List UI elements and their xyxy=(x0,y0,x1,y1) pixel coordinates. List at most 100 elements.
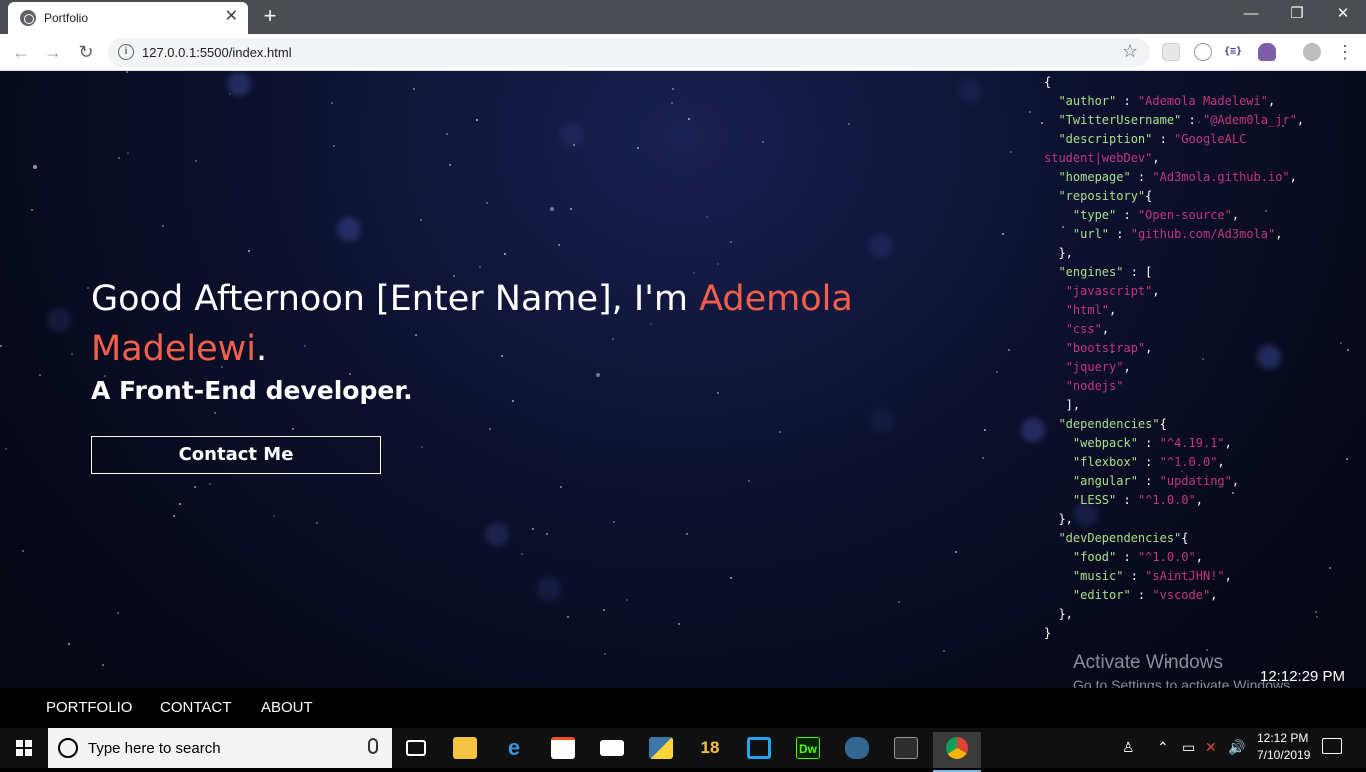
taskbar-app-edge[interactable]: e xyxy=(490,732,538,768)
code-line: "music" : "sAintJHN!", xyxy=(1072,569,1232,583)
address-bar[interactable]: i 127.0.0.1:5500/index.html ☆ xyxy=(108,38,1150,67)
code-line: "dependencies"{ xyxy=(1058,417,1167,431)
code-line: "editor" : "vscode", xyxy=(1072,588,1218,602)
microphone-icon[interactable] xyxy=(368,738,378,754)
extension-icon[interactable] xyxy=(1162,43,1180,61)
code-line: "flexbox" : "^1.0.0", xyxy=(1072,455,1225,469)
restore-button[interactable]: ❐ xyxy=(1274,4,1320,28)
page-viewport: Good Afternoon [Enter Name], I'm Ademola… xyxy=(0,71,1366,728)
page-nav-bar: PORTFOLIO CONTACT ABOUT xyxy=(0,688,1366,728)
code-line: }, xyxy=(1044,246,1073,260)
hero-period: . xyxy=(256,329,268,369)
browser-tab-strip: Portfolio ✕ + — ❐ ✕ xyxy=(0,0,1366,34)
code-line: "description" : "GoogleALC xyxy=(1058,132,1247,146)
octocat-icon[interactable] xyxy=(1258,43,1276,61)
code-line: { xyxy=(1044,75,1052,89)
app-18-icon: 18 xyxy=(700,738,720,757)
taskbar-app-mysql[interactable] xyxy=(882,732,930,768)
hero-subtitle: A Front-End developer. xyxy=(91,376,413,405)
code-line: "author" : "Ademola Madelewi", xyxy=(1058,94,1276,108)
vscode-icon xyxy=(747,737,771,759)
new-tab-button[interactable]: + xyxy=(258,4,282,28)
activate-windows-title: Activate Windows xyxy=(1073,652,1223,673)
close-window-button[interactable]: ✕ xyxy=(1320,4,1366,28)
menu-icon[interactable]: ⋮ xyxy=(1336,43,1354,61)
info-icon[interactable]: i xyxy=(118,44,134,60)
taskbar-app-task-view[interactable] xyxy=(392,732,440,768)
tray-date[interactable]: 7/10/2019 xyxy=(1257,748,1310,762)
battery-icon[interactable]: ▭ xyxy=(1182,739,1195,756)
network-icon[interactable]: ✕ xyxy=(1205,739,1217,756)
taskbar-app-vscode[interactable] xyxy=(735,732,783,768)
postgresql-icon xyxy=(845,737,869,759)
code-line: "jquery", xyxy=(1065,360,1131,374)
code-line: "type" : "Open-source", xyxy=(1072,208,1240,222)
back-button[interactable]: ← xyxy=(8,40,34,66)
nav-link-portfolio[interactable]: PORTFOLIO xyxy=(46,699,132,716)
edge-icon: e xyxy=(507,735,521,760)
json-viewer-icon[interactable]: {≡} xyxy=(1224,43,1242,61)
chrome-icon xyxy=(946,737,968,759)
taskbar-app-postgresql[interactable] xyxy=(833,732,881,768)
code-line: "nodejs" xyxy=(1065,379,1124,393)
python-icon xyxy=(649,737,673,759)
mysql-icon xyxy=(894,737,918,759)
reload-button[interactable]: ↻ xyxy=(73,40,99,66)
volume-icon[interactable]: 🔊 xyxy=(1228,739,1245,756)
code-line: "homepage" : "Ad3mola.github.io", xyxy=(1058,170,1297,184)
code-line: "bootstrap", xyxy=(1065,341,1153,355)
taskbar-app-file-explorer[interactable] xyxy=(441,732,489,768)
people-icon[interactable]: ♙ xyxy=(1122,739,1135,756)
dreamweaver-icon: Dw xyxy=(796,737,820,759)
code-line: "devDependencies"{ xyxy=(1058,531,1189,545)
taskbar-app-mail[interactable] xyxy=(588,732,636,768)
tray-time[interactable]: 12:12 PM xyxy=(1257,731,1308,745)
hero-heading: Good Afternoon [Enter Name], I'm Ademola… xyxy=(91,274,951,374)
url-text[interactable]: 127.0.0.1:5500/index.html xyxy=(142,45,292,60)
code-line: }, xyxy=(1044,512,1073,526)
start-button[interactable] xyxy=(0,728,48,768)
json-code-panel: { "author" : "Ademola Madelewi", "Twitte… xyxy=(1044,73,1344,643)
file-explorer-icon xyxy=(453,737,477,759)
taskbar-search-box[interactable]: Type here to search xyxy=(48,728,392,768)
mail-icon xyxy=(600,740,624,756)
extension-icon[interactable] xyxy=(1194,43,1212,61)
search-placeholder: Type here to search xyxy=(88,740,221,757)
taskbar-app-chrome[interactable] xyxy=(933,732,981,772)
code-line: } xyxy=(1044,626,1052,640)
tab-title: Portfolio xyxy=(44,11,89,25)
store-icon xyxy=(551,737,575,759)
code-line: "repository"{ xyxy=(1058,189,1153,203)
windows-logo-icon xyxy=(16,740,32,756)
forward-button[interactable]: → xyxy=(40,40,66,66)
code-line: }, xyxy=(1044,607,1073,621)
tab-close-icon[interactable]: ✕ xyxy=(225,8,238,26)
code-line: "html", xyxy=(1065,303,1117,317)
contact-me-button[interactable]: Contact Me xyxy=(91,436,381,474)
code-line: "css", xyxy=(1065,322,1110,336)
nav-link-about[interactable]: ABOUT xyxy=(261,699,313,716)
code-line: ], xyxy=(1044,398,1081,412)
taskbar-app-dreamweaver[interactable]: Dw xyxy=(784,732,832,768)
page-clock: 12:12:29 PM xyxy=(1260,668,1346,685)
taskbar-app-app-18[interactable]: 18 xyxy=(686,732,734,768)
taskbar-app-python[interactable] xyxy=(637,732,685,768)
code-line: "angular" : "updating", xyxy=(1072,474,1240,488)
task-view-icon xyxy=(406,740,426,756)
minimize-button[interactable]: — xyxy=(1228,4,1274,28)
action-center-icon[interactable] xyxy=(1322,738,1342,754)
code-line: "food" : "^1.0.0", xyxy=(1072,550,1203,564)
chevron-up-icon[interactable]: ⌃ xyxy=(1157,739,1169,756)
profile-icon[interactable] xyxy=(1303,43,1321,61)
bookmark-star-icon[interactable]: ☆ xyxy=(1122,41,1138,62)
code-line: "engines" : [ xyxy=(1058,265,1153,279)
code-line: "LESS" : "^1.0.0", xyxy=(1072,493,1203,507)
code-line: "TwitterUsername" : "@Adem0la_jr", xyxy=(1058,113,1305,127)
taskbar-app-store[interactable] xyxy=(539,732,587,768)
code-line: student|webDev", xyxy=(1044,151,1160,165)
nav-link-contact[interactable]: CONTACT xyxy=(160,699,231,716)
globe-icon xyxy=(20,10,36,26)
browser-tab[interactable]: Portfolio ✕ xyxy=(8,2,248,34)
windows-taskbar: Type here to search e 18 Dw ♙ ⌃ ▭ ✕ 🔊 12:1… xyxy=(0,728,1366,772)
cortana-icon xyxy=(58,738,78,758)
